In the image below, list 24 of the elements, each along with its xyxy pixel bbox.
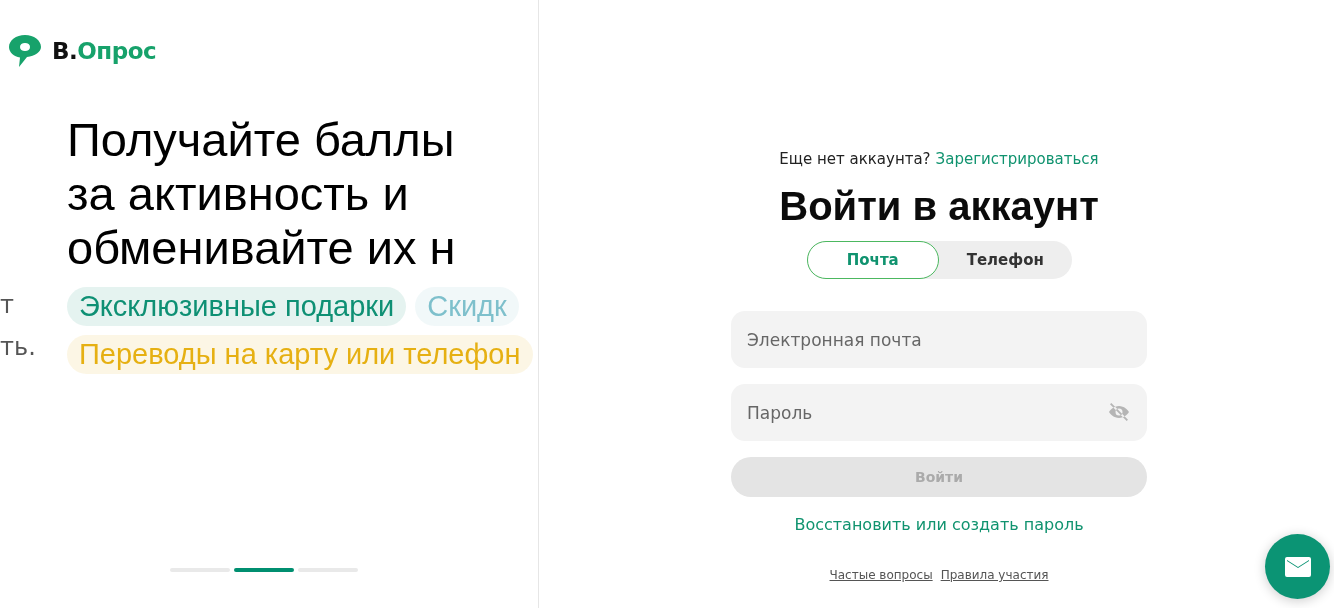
headline: Получайте баллы: [67, 113, 455, 167]
text-fragment: ть.: [0, 332, 36, 362]
signup-question: Еще нет аккаунта?: [779, 150, 931, 168]
logo-icon: [8, 34, 42, 68]
logo-text: В.Опрос: [52, 38, 157, 64]
text-fragment: т: [0, 290, 15, 320]
hide-password-icon[interactable]: [1107, 400, 1131, 424]
restore-password-link[interactable]: Восстановить или создать пароль: [794, 515, 1084, 534]
tab[interactable]: Телефон: [939, 241, 1072, 279]
password-field[interactable]: Пароль: [731, 384, 1147, 441]
feature-tag: Скидк: [415, 287, 519, 326]
footer-link[interactable]: Правила участия: [940, 568, 1049, 582]
footer-link[interactable]: Частые вопросы: [829, 568, 933, 582]
headline: обменивайте их н: [67, 221, 456, 275]
register-link[interactable]: Зарегистрироваться: [935, 150, 1099, 168]
feature-tag: Эксклюзивные подарки: [67, 287, 407, 326]
slide-indicator[interactable]: [234, 568, 294, 572]
tab[interactable]: Почта: [806, 241, 939, 279]
message-button[interactable]: [1265, 534, 1330, 599]
email-field[interactable]: Электронная почта: [731, 311, 1147, 368]
mail-icon: [1284, 556, 1311, 577]
feature-tag: Переводы на карту или телефон: [67, 335, 533, 374]
headline: за активность и: [67, 167, 409, 221]
login-title: Войти в аккаунт: [779, 184, 1099, 229]
